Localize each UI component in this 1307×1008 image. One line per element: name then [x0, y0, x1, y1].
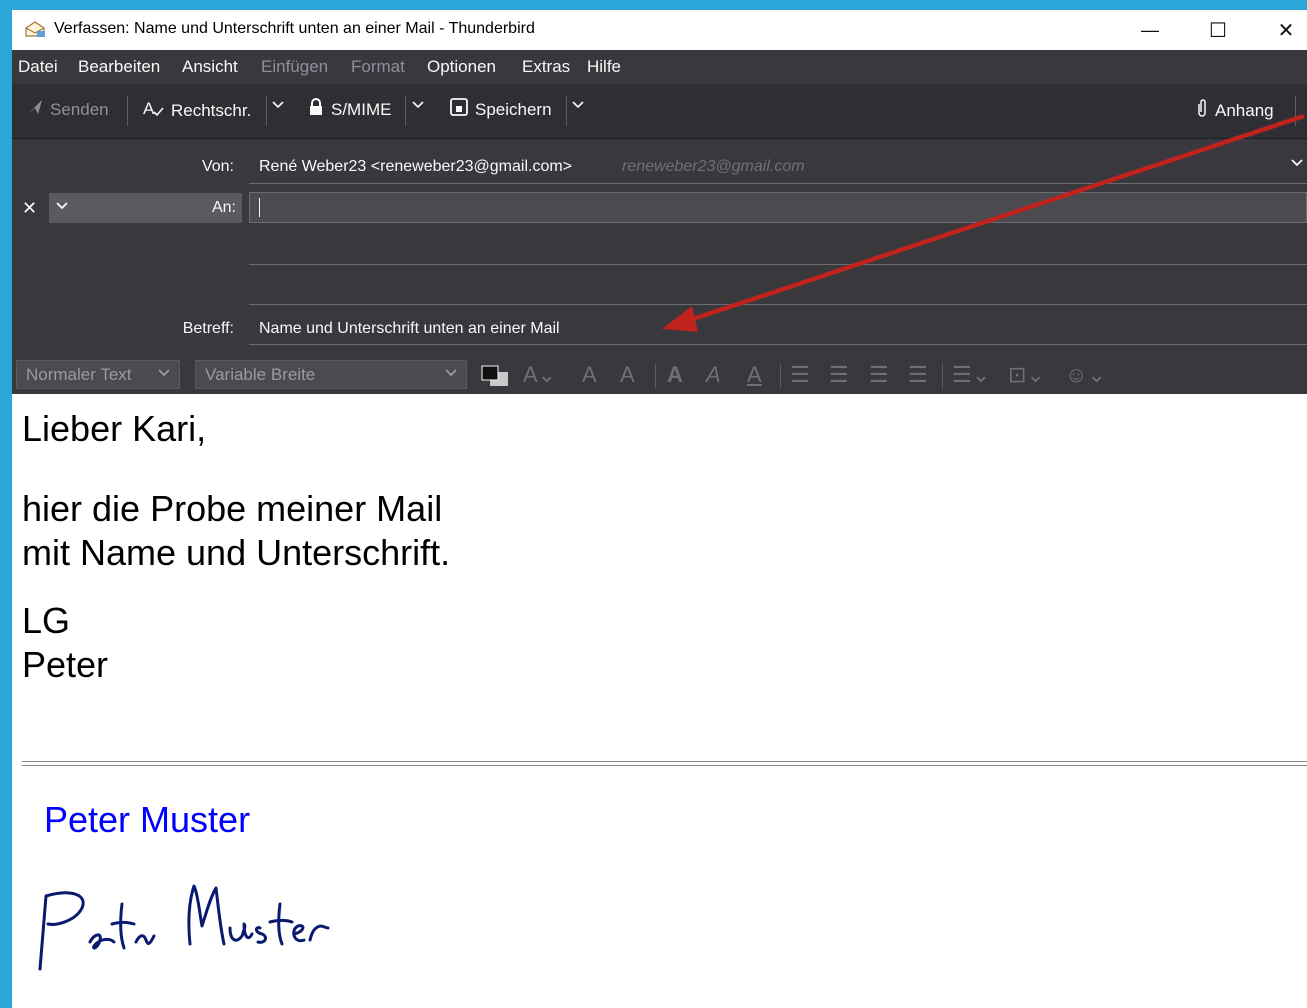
- from-dropdown-chevron-icon[interactable]: [1290, 156, 1304, 175]
- remove-recipient-close-icon[interactable]: ✕: [22, 198, 37, 219]
- lock-icon: [307, 98, 325, 121]
- bullet-list-icon[interactable]: ☰: [790, 364, 810, 386]
- header-fields: Von: René Weber23 <reneweber23@gmail.com…: [12, 138, 1307, 357]
- minimize-icon: —: [1141, 19, 1159, 40]
- maximize-button[interactable]: ☐: [1189, 10, 1247, 50]
- window-title: Verfassen: Name und Unterschrift unten a…: [54, 20, 535, 37]
- smaller-font-icon[interactable]: A: [582, 364, 597, 386]
- maximize-icon: ☐: [1209, 19, 1227, 42]
- save-icon: [449, 98, 469, 121]
- menu-bearbeiten[interactable]: Bearbeiten: [78, 57, 160, 77]
- message-closing: LG Peter: [22, 600, 109, 685]
- compose-toolbar: Senden A Rechtschr. S/MIME Speichern Anh…: [12, 84, 1307, 138]
- message-greeting: Lieber Kari,: [22, 408, 207, 449]
- align-icon[interactable]: ☰⌄: [952, 364, 990, 386]
- spellcheck-label: Rechtschr.: [171, 100, 252, 120]
- recipient-type-select[interactable]: An:: [49, 193, 242, 223]
- handwritten-signature-image: [38, 884, 330, 971]
- svg-text:A: A: [143, 99, 155, 118]
- menu-optionen[interactable]: Optionen: [427, 57, 496, 77]
- message-body-editor[interactable]: Lieber Kari, hier die Probe meiner Mail …: [12, 394, 1307, 1008]
- attach-label: Anhang: [1215, 100, 1274, 120]
- larger-font-icon[interactable]: A: [620, 364, 635, 386]
- smime-dropdown-chevron-icon[interactable]: [411, 98, 425, 112]
- menu-ansicht[interactable]: Ansicht: [182, 57, 238, 77]
- text-color-picker-icon[interactable]: [480, 364, 510, 393]
- attach-button[interactable]: Anhang: [1195, 98, 1274, 123]
- chevron-down-icon: [157, 365, 171, 385]
- signature-name: Peter Muster: [44, 799, 251, 840]
- format-toolbar: Normaler Text Variable Breite A⌄ A A A A…: [12, 356, 1307, 394]
- save-button[interactable]: Speichern: [449, 98, 552, 121]
- from-field[interactable]: René Weber23 <reneweber23@gmail.com>: [259, 158, 572, 176]
- paperclip-icon: [1195, 98, 1209, 123]
- insert-image-icon[interactable]: ⊡⌄: [1008, 364, 1045, 386]
- bold-icon[interactable]: A: [667, 364, 683, 386]
- menu-extras[interactable]: Extras: [522, 57, 570, 77]
- close-icon: ✕: [1277, 19, 1295, 42]
- subject-label: Betreff:: [182, 320, 234, 337]
- save-label: Speichern: [475, 99, 552, 119]
- compose-window: Verfassen: Name und Unterschrift unten a…: [12, 10, 1307, 1008]
- emoji-icon[interactable]: ☺⌄: [1065, 364, 1106, 386]
- to-input[interactable]: [249, 192, 1307, 223]
- spellcheck-dropdown-chevron-icon[interactable]: [271, 98, 285, 112]
- indent-icon[interactable]: ☰: [908, 364, 928, 386]
- spellcheck-icon: A: [143, 98, 165, 123]
- signature-separator: [22, 761, 1307, 766]
- save-dropdown-chevron-icon[interactable]: [571, 98, 585, 112]
- send-label: Senden: [50, 99, 109, 119]
- to-label: An:: [211, 199, 236, 216]
- paragraph-style-select[interactable]: Normaler Text: [16, 360, 180, 389]
- font-size-icon[interactable]: A⌄: [523, 364, 556, 386]
- from-hint: reneweber23@gmail.com: [622, 158, 805, 175]
- menu-einfuegen[interactable]: Einfügen: [261, 57, 328, 77]
- underline-icon[interactable]: A: [747, 364, 762, 386]
- text-cursor: [259, 198, 260, 217]
- font-value: Variable Breite: [205, 365, 316, 384]
- menu-format[interactable]: Format: [351, 57, 405, 77]
- subject-input[interactable]: Name und Unterschrift unten an einer Mai…: [259, 320, 560, 338]
- smime-button[interactable]: S/MIME: [307, 98, 391, 121]
- outdent-icon[interactable]: ☰: [869, 364, 889, 386]
- menu-datei[interactable]: Datei: [18, 57, 58, 77]
- close-window-button[interactable]: ✕: [1257, 10, 1307, 50]
- italic-icon[interactable]: A: [706, 364, 721, 386]
- smime-label: S/MIME: [331, 99, 392, 119]
- font-select[interactable]: Variable Breite: [195, 360, 467, 389]
- title-bar: Verfassen: Name und Unterschrift unten a…: [12, 10, 1307, 50]
- menu-hilfe[interactable]: Hilfe: [587, 57, 621, 77]
- menu-bar: Datei Bearbeiten Ansicht Einfügen Format…: [12, 50, 1307, 84]
- chevron-down-icon: [444, 365, 458, 385]
- numbered-list-icon[interactable]: ☰: [829, 364, 849, 386]
- minimize-button[interactable]: —: [1121, 10, 1179, 50]
- send-button[interactable]: Senden: [26, 98, 109, 121]
- send-icon: [26, 98, 44, 121]
- recipient-type-chevron-icon: [55, 199, 69, 218]
- paragraph-style-value: Normaler Text: [26, 365, 132, 384]
- compose-envelope-icon: [24, 20, 46, 43]
- message-paragraph: hier die Probe meiner Mail mit Name und …: [22, 488, 451, 573]
- from-label: Von:: [201, 158, 234, 175]
- spellcheck-button[interactable]: A Rechtschr.: [143, 98, 251, 123]
